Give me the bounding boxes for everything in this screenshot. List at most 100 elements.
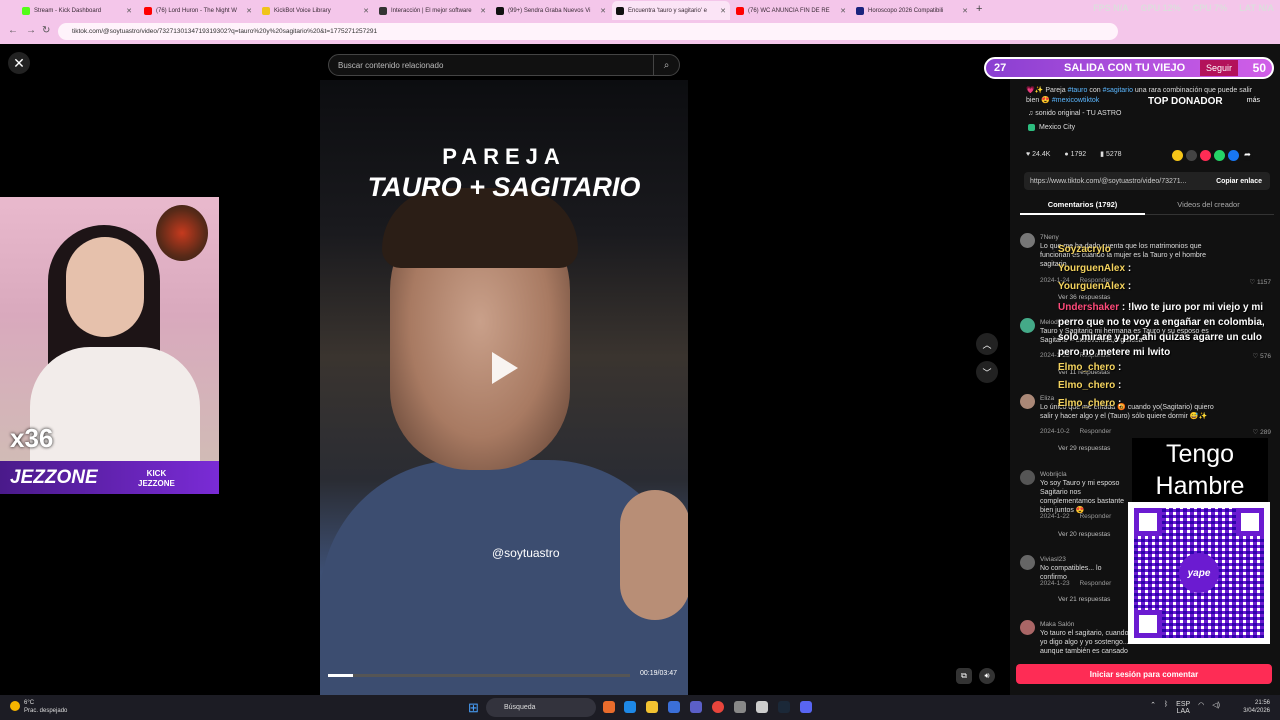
- avatar[interactable]: [1020, 470, 1035, 485]
- forward-icon[interactable]: →: [26, 25, 36, 36]
- clock[interactable]: 21:56 3/04/2026: [1243, 699, 1270, 715]
- tab-close-icon[interactable]: ✕: [363, 7, 369, 15]
- video-player[interactable]: PAREJA TAURO + SAGITARIO @soytuastro 00:…: [320, 80, 688, 695]
- reply-button[interactable]: Responder: [1079, 428, 1111, 435]
- chat-message: Undershaker : !lwo te juro por mi viejo …: [1058, 302, 1265, 358]
- avatar[interactable]: [1020, 394, 1035, 409]
- browser-tab[interactable]: (99+) Sendra Graba Nuevos Vi ✕: [492, 1, 610, 20]
- volume-button[interactable]: 🔊︎: [979, 668, 995, 684]
- tab-close-icon[interactable]: ✕: [600, 7, 606, 15]
- code-share-icon[interactable]: [1186, 150, 1197, 161]
- view-replies-button[interactable]: Ver 21 respuestas: [1058, 595, 1138, 604]
- tab-close-icon[interactable]: ✕: [126, 7, 132, 15]
- multiplier-label: x36: [10, 423, 54, 453]
- tab-close-icon[interactable]: ✕: [246, 7, 252, 15]
- comment-stat[interactable]: ● 1792: [1064, 151, 1086, 158]
- browser-tab[interactable]: KickBot Voice Library ✕: [258, 1, 373, 20]
- new-tab-icon[interactable]: +: [976, 3, 982, 15]
- like-count: 24.4K: [1032, 150, 1051, 158]
- comment-user[interactable]: Wobrijcla: [1040, 470, 1067, 479]
- bluetooth-icon[interactable]: ᛒ: [1164, 701, 1168, 715]
- browser-tab[interactable]: Encuentra 'tauro y sagitario' e ✕: [612, 1, 730, 20]
- avatar[interactable]: [1020, 318, 1035, 333]
- facebook-share-icon[interactable]: [1228, 150, 1239, 161]
- tab-close-icon[interactable]: ✕: [720, 7, 726, 15]
- comment-user[interactable]: Eliza: [1040, 394, 1054, 403]
- chevron-up-icon[interactable]: ⌃: [1150, 701, 1156, 715]
- webcam-streamer-face: [66, 237, 144, 337]
- reply-button[interactable]: Responder: [1079, 513, 1111, 520]
- view-replies-button[interactable]: Ver 20 respuestas: [1058, 530, 1138, 539]
- previous-video-button[interactable]: ︿: [976, 333, 998, 355]
- close-button[interactable]: ✕: [8, 52, 30, 74]
- video-progress-bar[interactable]: [328, 674, 630, 677]
- chat-message: YourguenAlex :: [1058, 263, 1132, 274]
- whatsapp-share-icon[interactable]: [1214, 150, 1225, 161]
- send-share-icon[interactable]: [1200, 150, 1211, 161]
- sound-link[interactable]: ♫ sonido original - TU ASTRO: [1028, 110, 1121, 117]
- search-icon[interactable]: ⌕: [653, 55, 679, 75]
- location-text: Mexico City: [1039, 124, 1076, 131]
- weather-text: Prac. despejado: [24, 708, 68, 714]
- view-replies-button[interactable]: Ver 29 respuestas: [1058, 444, 1110, 453]
- speaker-icon[interactable]: ◁): [1212, 701, 1220, 715]
- browser-tab[interactable]: Stream - Kick Dashboard ✕: [18, 1, 136, 20]
- like-stat[interactable]: ♥ 24.4K: [1026, 151, 1050, 158]
- tab-close-icon[interactable]: ✕: [962, 7, 968, 15]
- avatar[interactable]: [1020, 555, 1035, 570]
- comment-user[interactable]: Maka Salón: [1040, 620, 1074, 629]
- avatar[interactable]: [1020, 233, 1035, 248]
- engagement-stats: ♥ 24.4K ● 1792 ▮ 5278: [1026, 150, 1122, 159]
- copy-link-button[interactable]: Copiar enlace: [1216, 178, 1262, 185]
- hashtag-mexico[interactable]: #mexicowtiktok: [1052, 97, 1099, 104]
- browser-tab[interactable]: Horoscopo 2026 Compatibili ✕: [852, 1, 972, 20]
- discord-icon[interactable]: [800, 701, 812, 713]
- windows-start-icon[interactable]: ⊞: [468, 700, 479, 716]
- browser-tab[interactable]: (76) Lord Huron - The Night W ✕: [140, 1, 256, 20]
- hashtag-tauro[interactable]: #tauro: [1068, 87, 1088, 94]
- play-icon[interactable]: [492, 352, 518, 384]
- tab-close-icon[interactable]: ✕: [840, 7, 846, 15]
- tab-comments[interactable]: Comentarios (1792): [1020, 197, 1145, 215]
- embed-share-icon[interactable]: [1172, 150, 1183, 161]
- language-indicator[interactable]: ESP LAA: [1176, 701, 1190, 715]
- float-player-button[interactable]: ⧉: [956, 668, 972, 684]
- taskbar-search[interactable]: Búsqueda: [486, 698, 596, 717]
- store-icon[interactable]: [668, 701, 680, 713]
- comment-user[interactable]: 7Neny: [1040, 233, 1059, 242]
- picture-in-picture-icon: ⧉: [961, 671, 967, 680]
- share-link-row: https://www.tiktok.com/@soytuastro/video…: [1024, 172, 1270, 190]
- app-icon[interactable]: [756, 701, 768, 713]
- sun-icon: [10, 701, 20, 711]
- reply-button[interactable]: Responder: [1079, 580, 1111, 587]
- file-explorer-icon[interactable]: [646, 701, 658, 713]
- copilot-icon[interactable]: [603, 701, 615, 713]
- weather-widget[interactable]: 6°C Prac. despejado: [10, 699, 67, 715]
- share-arrow-icon[interactable]: ➦: [1242, 150, 1253, 161]
- heart-icon[interactable]: ♡: [1249, 279, 1257, 286]
- url-field[interactable]: tiktok.com/@soytuastro/video/73271301347…: [58, 23, 1118, 40]
- save-stat[interactable]: ▮ 5278: [1100, 150, 1121, 158]
- browser-tab[interactable]: Interacción | El mejor software ✕: [375, 1, 490, 20]
- location-tag[interactable]: Mexico City: [1028, 124, 1075, 131]
- back-icon[interactable]: ←: [8, 25, 18, 36]
- comment-user[interactable]: Viviasl23: [1040, 555, 1066, 564]
- wifi-icon[interactable]: ◠: [1198, 701, 1204, 715]
- edge-icon[interactable]: [624, 701, 636, 713]
- chrome-icon[interactable]: [712, 701, 724, 713]
- avatar[interactable]: [1020, 620, 1035, 635]
- steam-icon[interactable]: [778, 701, 790, 713]
- next-video-button[interactable]: ﹀: [976, 361, 998, 383]
- settings-icon[interactable]: [734, 701, 746, 713]
- browser-tab[interactable]: (76) WC ANUNCIA FIN DE RE ✕: [732, 1, 850, 20]
- teams-icon[interactable]: [690, 701, 702, 713]
- heart-icon[interactable]: ♡: [1253, 429, 1261, 436]
- tab-close-icon[interactable]: ✕: [480, 7, 486, 15]
- login-to-comment-button[interactable]: Iniciar sesión para comentar: [1016, 664, 1272, 684]
- hashtag-sagitario[interactable]: #sagitario: [1103, 87, 1133, 94]
- more-link[interactable]: más: [1247, 96, 1260, 106]
- follow-button[interactable]: Seguir: [1199, 60, 1238, 76]
- search-input[interactable]: Buscar contenido relacionado ⌕: [328, 54, 680, 76]
- tab-creator-videos[interactable]: Videos del creador: [1146, 197, 1271, 209]
- reload-icon[interactable]: ↻: [42, 25, 50, 36]
